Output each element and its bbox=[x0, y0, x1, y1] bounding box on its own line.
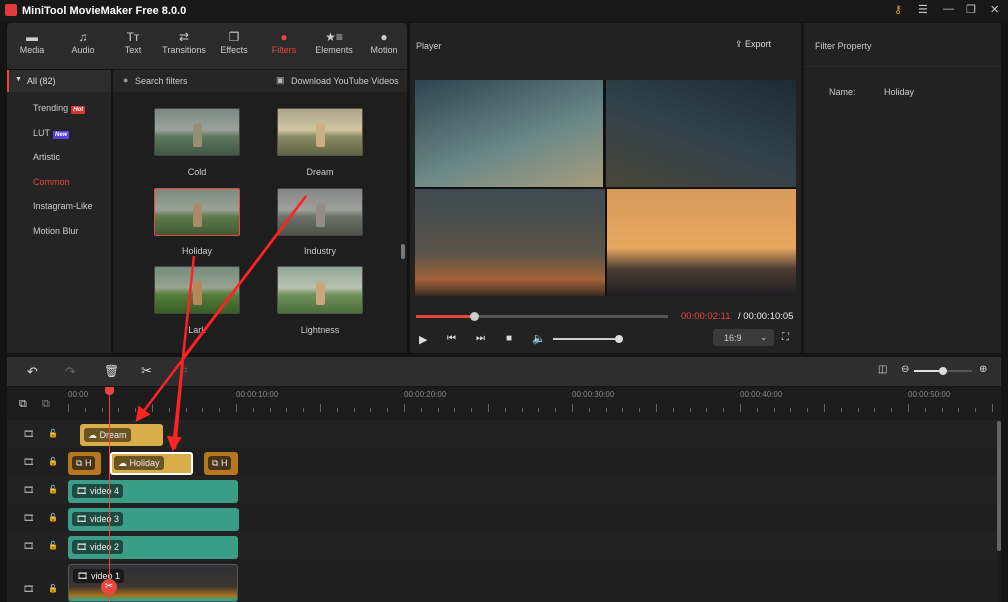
arrow-line bbox=[182, 195, 307, 359]
arrow-line bbox=[173, 357, 185, 450]
arrow-holiday bbox=[166, 255, 196, 452]
annotation-arrows bbox=[135, 195, 307, 452]
